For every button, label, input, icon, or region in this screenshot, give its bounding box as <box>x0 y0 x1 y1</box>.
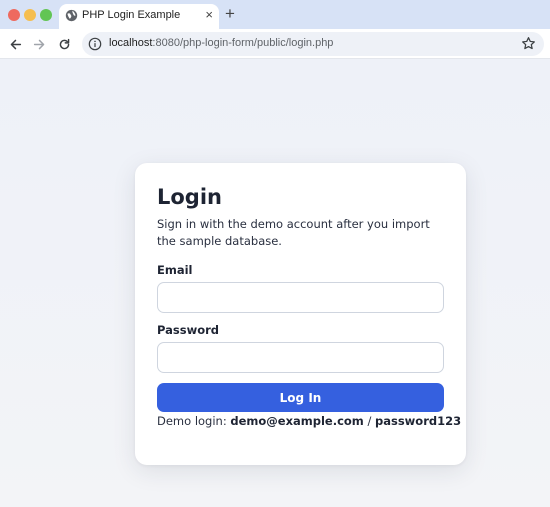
back-button[interactable] <box>4 33 26 55</box>
login-button[interactable]: Log In <box>157 383 444 412</box>
login-card: Login Sign in with the demo account afte… <box>135 163 466 465</box>
password-field[interactable] <box>157 342 444 373</box>
demo-password: password123 <box>374 414 462 428</box>
page-viewport: Login Sign in with the demo account afte… <box>0 59 550 507</box>
maximize-window-button[interactable] <box>40 9 52 21</box>
email-field[interactable] <box>157 282 444 313</box>
reload-icon <box>59 38 69 49</box>
tab-active[interactable]: PHP Login Example × <box>59 4 219 29</box>
minimize-window-button[interactable] <box>24 9 36 21</box>
tab-title: PHP Login Example <box>82 9 181 21</box>
globe-icon <box>65 9 78 22</box>
demo-credentials: Demo login: demo@example.com / password1… <box>157 414 461 428</box>
url-text: localhost:8080/php-login-form/public/log… <box>109 37 333 49</box>
reload-button[interactable] <box>53 33 75 55</box>
password-label: Password <box>157 323 219 337</box>
demo-separator: / <box>367 414 372 428</box>
info-icon[interactable] <box>88 37 102 51</box>
star-icon[interactable] <box>521 36 536 51</box>
forward-button[interactable] <box>28 33 50 55</box>
url-host: localhost <box>109 37 153 49</box>
tab-close-icon[interactable]: × <box>205 7 213 23</box>
demo-email: demo@example.com <box>230 414 364 428</box>
new-tab-button[interactable]: + <box>225 4 235 24</box>
url-path: :8080/php-login-form/public/login.php <box>152 37 334 49</box>
browser-toolbar: localhost:8080/php-login-form/public/log… <box>0 29 550 59</box>
email-label: Email <box>157 263 193 277</box>
close-window-button[interactable] <box>8 9 20 21</box>
address-bar[interactable]: localhost:8080/php-login-form/public/log… <box>82 32 544 56</box>
tab-bar: PHP Login Example × + <box>0 0 550 29</box>
login-subtitle: Sign in with the demo account after you … <box>157 217 430 248</box>
demo-prefix: Demo login: <box>157 414 227 428</box>
page-title: Login <box>157 185 222 209</box>
back-arrow-icon <box>10 39 21 49</box>
forward-arrow-icon <box>33 39 44 49</box>
